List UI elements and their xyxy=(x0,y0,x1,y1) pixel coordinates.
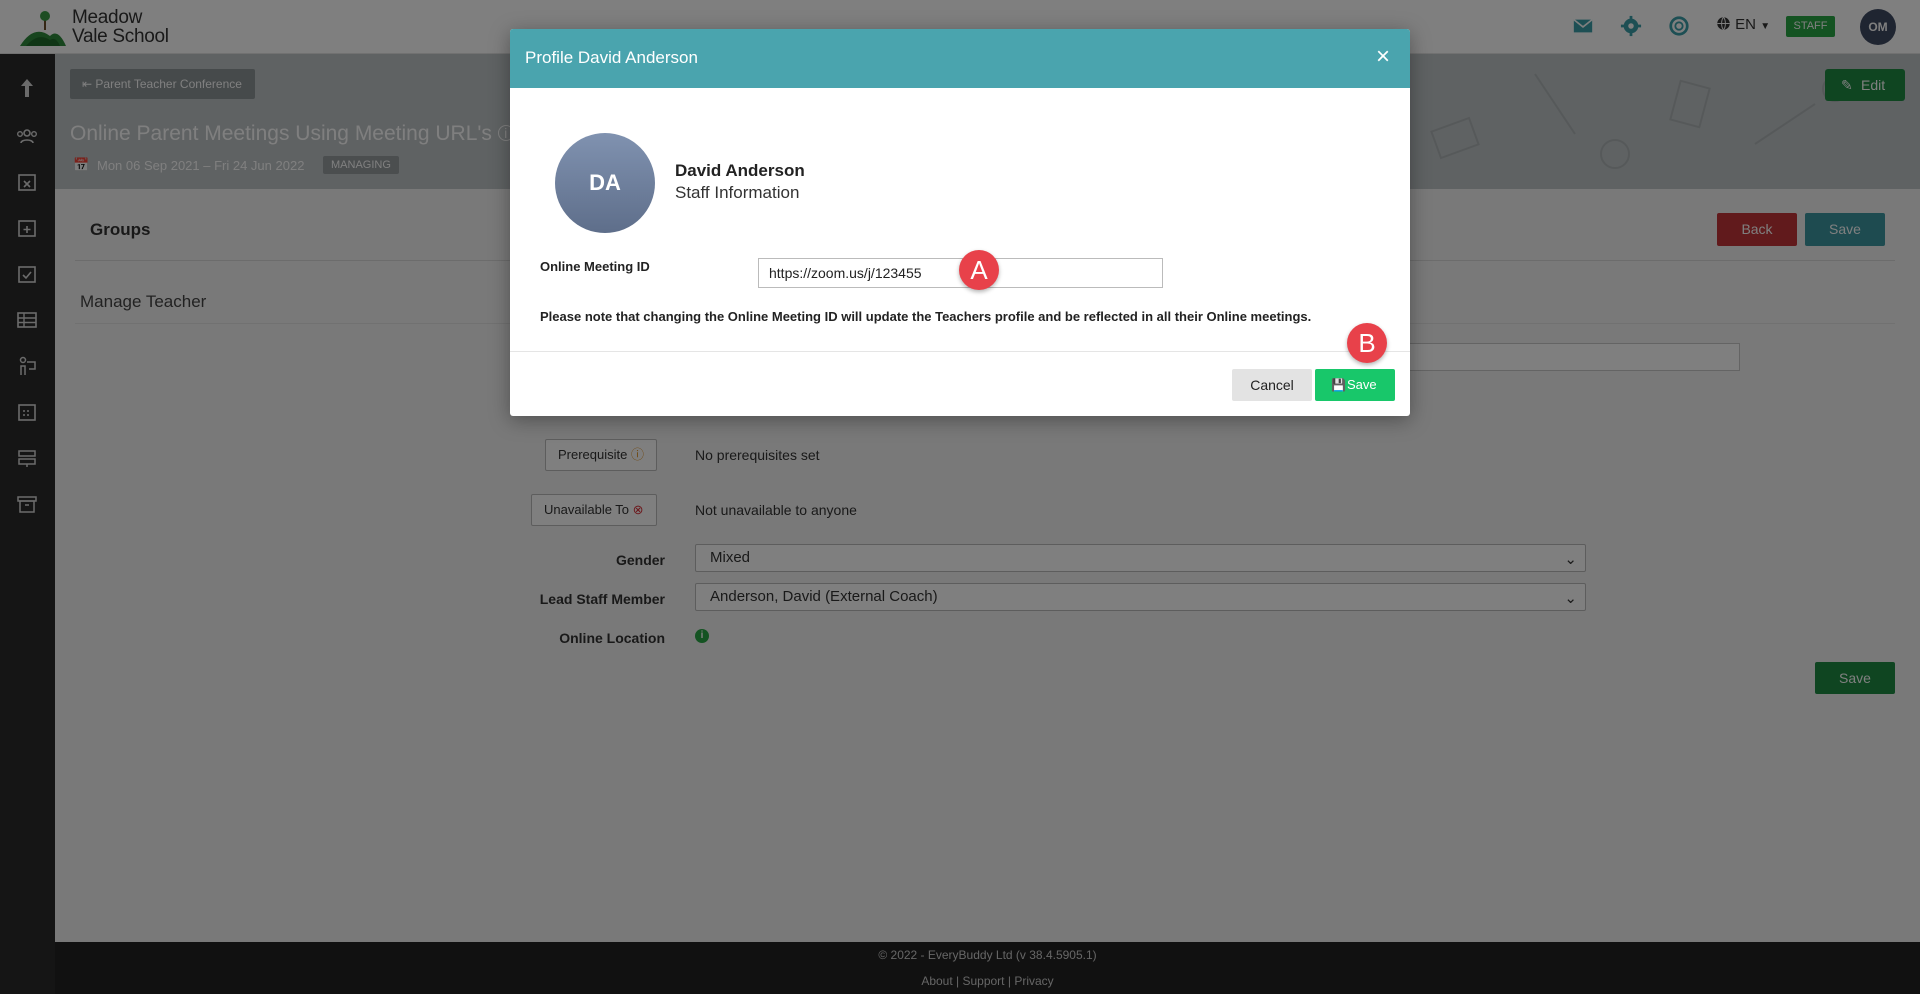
profile-avatar: DA xyxy=(555,133,655,233)
annotation-marker-b: B xyxy=(1347,323,1387,363)
cancel-button[interactable]: Cancel xyxy=(1232,369,1312,401)
modal-divider xyxy=(510,351,1410,352)
close-icon[interactable]: × xyxy=(1370,45,1396,71)
modal-title: Profile David Anderson xyxy=(525,48,698,67)
profile-name: David Anderson xyxy=(675,161,805,180)
floppy-disk-icon: 💾 xyxy=(1331,378,1346,392)
modal-save-label: Save xyxy=(1347,377,1377,392)
profile-modal: Profile David Anderson × DA David Anders… xyxy=(510,29,1410,416)
profile-role: Staff Information xyxy=(675,183,800,202)
annotation-marker-a: A xyxy=(959,250,999,290)
meeting-id-note: Please note that changing the Online Mee… xyxy=(540,309,1312,324)
modal-header: Profile David Anderson × xyxy=(510,29,1410,88)
online-meeting-id-label: Online Meeting ID xyxy=(540,259,650,274)
modal-save-button[interactable]: 💾 Save xyxy=(1315,369,1395,401)
